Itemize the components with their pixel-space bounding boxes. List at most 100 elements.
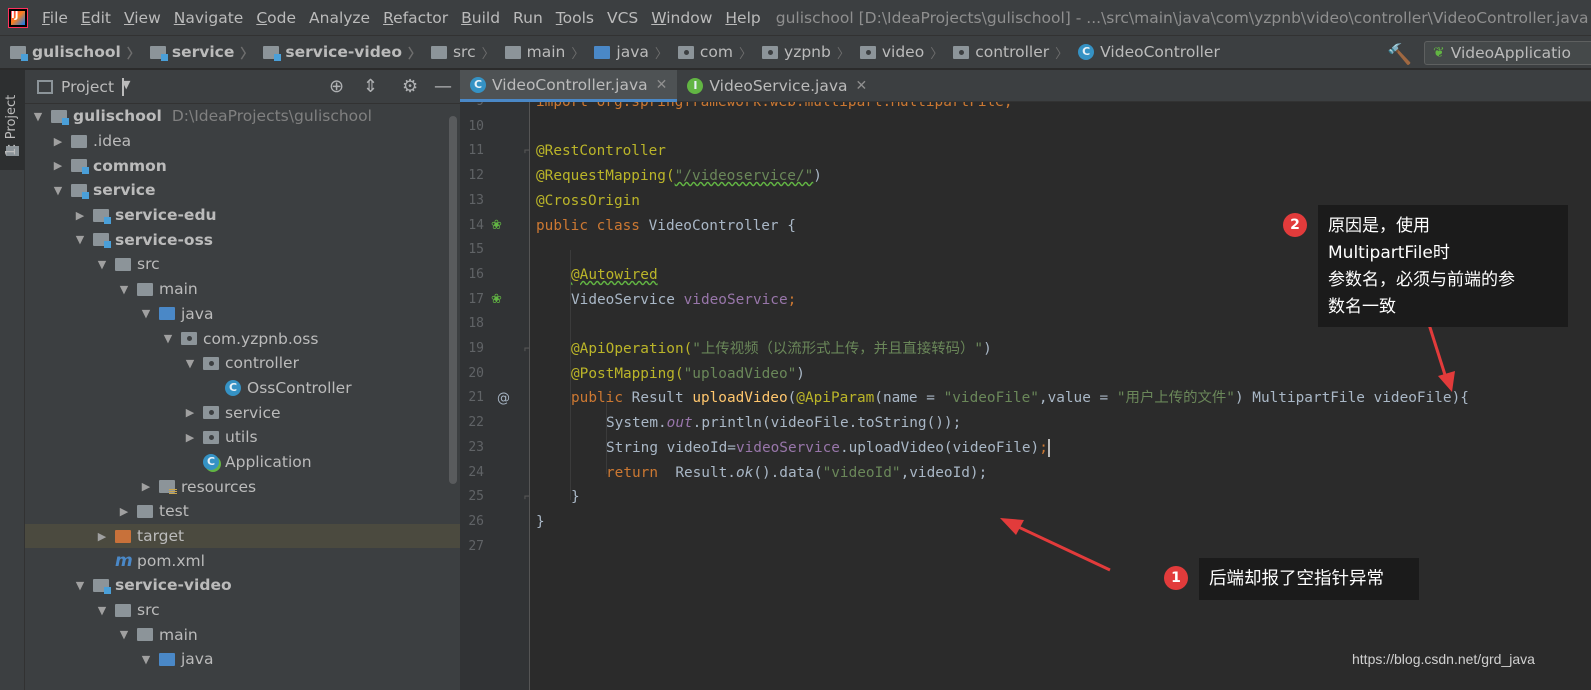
build-hammer-icon[interactable]: 🔨 xyxy=(1387,42,1412,66)
project-tool-window-button[interactable]: 1: Project xyxy=(0,70,25,170)
line-number: 23 xyxy=(468,439,484,455)
fold-marker-icon[interactable]: ⌐ xyxy=(523,342,529,357)
tree-item-utils[interactable]: ▶ utils xyxy=(25,425,460,450)
tree-item-src-video[interactable]: ▼ src xyxy=(25,598,460,623)
left-tool-strip: 1: Project xyxy=(0,70,25,690)
tree-item-main-video[interactable]: ▼ main xyxy=(25,622,460,647)
breadcrumb-project[interactable]: gulischool 〉 xyxy=(10,43,140,62)
breadcrumb-service-video[interactable]: service-video 〉 xyxy=(263,43,421,62)
editor-gutter: 9 10 11 12 13 14 15 16 17 18 19 20 21 22… xyxy=(460,102,530,690)
breadcrumb-service[interactable]: service 〉 xyxy=(149,43,253,62)
tree-item-application[interactable]: C Application xyxy=(25,450,460,475)
breadcrumb-videocontroller[interactable]: C VideoController xyxy=(1078,43,1220,61)
tree-item-service-edu[interactable]: ▶ service-edu xyxy=(25,203,460,228)
code-line-24: return Result.ok().data("videoId",videoI… xyxy=(606,464,988,481)
minimize-icon[interactable]: — xyxy=(434,76,452,97)
menu-run[interactable]: Run xyxy=(513,9,543,27)
breadcrumb-java[interactable]: java 〉 xyxy=(594,43,668,62)
menu-refactor[interactable]: Refactor xyxy=(383,9,448,27)
tree-item-common[interactable]: ▶ common xyxy=(25,153,460,178)
code-line-20: @PostMapping("uploadVideo") xyxy=(571,365,805,382)
project-view-selector[interactable]: Project xyxy=(61,78,114,96)
code-line-23: String videoId=videoService.uploadVideo(… xyxy=(606,438,1050,457)
code-line-16: @Autowired xyxy=(571,266,658,283)
line-number: 10 xyxy=(468,118,484,134)
locate-target-icon[interactable]: ⊕ xyxy=(329,76,344,97)
code-editor[interactable]: import org.springframework.web.multipart… xyxy=(530,102,1591,690)
line-number: 9 xyxy=(460,102,484,115)
breadcrumb-main[interactable]: main 〉 xyxy=(504,43,584,62)
close-icon[interactable]: ✕ xyxy=(656,77,668,93)
line-number: 19 xyxy=(468,341,484,356)
folder-icon xyxy=(504,45,521,59)
annotation-note-1-text: 后端却报了空指针异常 xyxy=(1209,569,1384,589)
line-number: 18 xyxy=(468,316,484,332)
tree-item-com-yzpnb-oss[interactable]: ▼ com.yzpnb.oss xyxy=(25,326,460,351)
breadcrumb-yzpnb[interactable]: yzpnb 〉 xyxy=(762,43,850,62)
breadcrumb-src[interactable]: src 〉 xyxy=(430,43,495,62)
menu-code[interactable]: Code xyxy=(256,9,296,27)
tree-item-src[interactable]: ▼ src xyxy=(25,252,460,277)
tab-videoservice[interactable]: I VideoService.java ✕ xyxy=(677,70,877,102)
tree-item-java-video[interactable]: ▼ java xyxy=(25,647,460,672)
gear-icon[interactable]: ⚙ xyxy=(402,76,418,97)
editor-tab-bar: C VideoController.java ✕ I VideoService.jav… xyxy=(460,70,1591,102)
menu-file[interactable]: File xyxy=(42,9,68,27)
package-icon xyxy=(953,45,970,59)
tree-item-pom-xml[interactable]: m pom.xml xyxy=(25,548,460,573)
tree-item-resources[interactable]: ▶ resources xyxy=(25,474,460,499)
line-number: 14 xyxy=(468,217,484,233)
menu-edit[interactable]: Edit xyxy=(81,9,111,27)
tree-item-service[interactable]: ▼ service xyxy=(25,178,460,203)
breadcrumb-controller[interactable]: controller 〉 xyxy=(953,43,1068,62)
spring-bean-icon[interactable]: ❀ xyxy=(491,218,502,233)
tab-videocontroller[interactable]: C VideoController.java ✕ xyxy=(460,70,678,102)
fold-marker-icon[interactable]: ⌐ xyxy=(523,144,529,159)
tree-item-controller[interactable]: ▼ controller xyxy=(25,351,460,376)
menu-vcs[interactable]: VCS xyxy=(607,9,638,27)
package-icon xyxy=(762,45,779,59)
tree-item-service-pkg[interactable]: ▶ service xyxy=(25,400,460,425)
autowired-bean-icon[interactable]: ❀ xyxy=(491,292,502,307)
close-icon[interactable]: ✕ xyxy=(856,78,868,94)
breadcrumb-video[interactable]: video 〉 xyxy=(859,43,943,62)
tree-item-java[interactable]: ▼ java xyxy=(25,302,460,327)
module-folder-icon xyxy=(10,45,28,61)
menu-navigate[interactable]: Navigate xyxy=(174,9,244,27)
tree-item-target[interactable]: ▶ target xyxy=(25,523,460,549)
tree-item-test[interactable]: ▶ test xyxy=(25,499,460,524)
watermark-text: https://blog.csdn.net/grd_java xyxy=(1352,651,1535,667)
maven-icon: m xyxy=(115,550,133,571)
tree-item-service-oss[interactable]: ▼ service-oss xyxy=(25,227,460,252)
module-folder-icon xyxy=(263,45,282,61)
code-line-19: @ApiOperation("上传视频（以流形式上传，并且直接转码）") xyxy=(571,341,992,357)
menu-tools[interactable]: Tools xyxy=(556,9,594,27)
module-folder-icon xyxy=(149,45,168,61)
fold-marker-icon[interactable]: ⌐ xyxy=(523,490,529,505)
breadcrumb-com[interactable]: com 〉 xyxy=(677,43,752,62)
tree-item-service-video[interactable]: ▼ service-video xyxy=(25,573,460,598)
navigation-bar: gulischool 〉 service 〉 service-video 〉 src 〉… xyxy=(0,35,1591,69)
menu-analyze[interactable]: Analyze xyxy=(309,9,370,27)
request-mapping-icon[interactable]: @ xyxy=(497,391,510,406)
package-icon xyxy=(677,45,694,59)
tree-item-main[interactable]: ▼ main xyxy=(25,277,460,302)
tree-item-gulischool[interactable]: ▼ gulischool D:\IdeaProjects\gulischool xyxy=(25,104,460,129)
collapse-all-icon[interactable]: ⇕ xyxy=(363,76,378,97)
menu-window[interactable]: Window xyxy=(651,9,712,27)
tree-item-osscontroller[interactable]: C OssController xyxy=(25,376,460,401)
project-panel: Project ▼ ⊕ ⇕ ⚙ — ▼ gulischool D:\IdeaProj… xyxy=(25,70,460,690)
menu-view[interactable]: View xyxy=(124,9,161,27)
line-number: 17 xyxy=(468,291,484,307)
code-line-26: } xyxy=(536,513,545,530)
code-line-12: @RequestMapping("/videoservice/") xyxy=(536,168,822,185)
chevron-down-icon[interactable]: ▼ xyxy=(122,77,131,96)
menu-build[interactable]: Build xyxy=(461,9,500,27)
tree-item-idea[interactable]: ▶ .idea xyxy=(25,129,460,154)
source-folder-icon xyxy=(594,45,611,59)
window-title: gulischool [D:\IdeaProjects\gulischool] … xyxy=(775,8,1591,27)
run-configuration-select[interactable]: ❦ VideoApplicatio xyxy=(1424,41,1591,65)
project-scrollbar[interactable] xyxy=(449,116,457,484)
line-number: 16 xyxy=(468,266,484,282)
menu-help[interactable]: Help xyxy=(725,9,760,27)
